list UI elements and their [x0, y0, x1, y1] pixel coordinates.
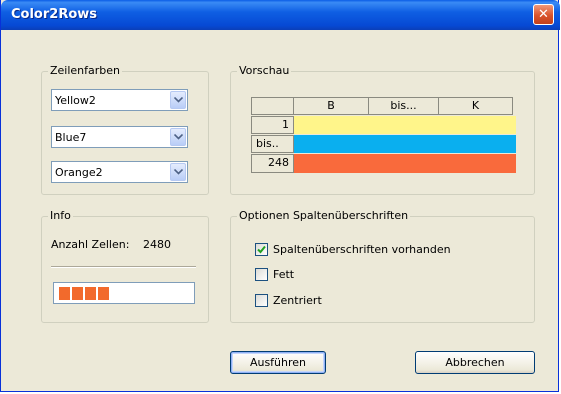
preview-row-band-1	[294, 116, 516, 134]
preview-column-header: bis...	[368, 97, 439, 115]
centered-checkbox[interactable]	[255, 294, 268, 307]
progress-bar	[53, 282, 195, 304]
run-button-label: Ausführen	[249, 356, 307, 369]
preview-grid: B bis... K 1 bis.. 248	[251, 97, 516, 177]
chevron-down-icon[interactable]	[170, 91, 186, 109]
close-button[interactable]: ✕	[533, 4, 554, 25]
row-color-3-select[interactable]: Orange2	[51, 161, 188, 183]
header-present-checkbox[interactable]	[255, 243, 268, 256]
checkmark-icon	[257, 245, 266, 254]
preview-column-header: K	[438, 97, 513, 115]
header-present-label[interactable]: Spaltenüberschriften vorhanden	[273, 243, 451, 256]
progress-chunk	[72, 287, 83, 300]
row-color-1-select[interactable]: Yellow2	[51, 89, 188, 111]
preview-row-band-3	[294, 154, 516, 173]
info-divider	[51, 266, 196, 268]
progress-chunk	[98, 287, 109, 300]
bold-checkbox[interactable]	[255, 268, 268, 281]
dialog-window: Color2Rows ✕ Zeilenfarben Yellow2 Blue7 …	[0, 0, 560, 392]
chevron-down-icon[interactable]	[170, 128, 186, 146]
row-color-2-select[interactable]: Blue7	[51, 126, 188, 148]
preview-corner-cell	[251, 97, 294, 115]
progress-chunk	[85, 287, 96, 300]
run-button[interactable]: Ausführen	[230, 351, 326, 374]
info-legend: Info	[48, 209, 73, 222]
row-color-1-value: Yellow2	[55, 94, 96, 107]
cell-count-value: 2480	[143, 238, 171, 251]
row-color-2-value: Blue7	[55, 131, 87, 144]
optionen-legend: Optionen Spaltenüberschriften	[237, 209, 411, 222]
cancel-button-label: Abbrechen	[445, 356, 505, 369]
chevron-down-icon[interactable]	[170, 163, 186, 181]
bold-label[interactable]: Fett	[273, 268, 294, 281]
vorschau-legend: Vorschau	[237, 64, 292, 77]
preview-row-band-2	[294, 135, 516, 153]
centered-label[interactable]: Zentriert	[273, 294, 322, 307]
window-title: Color2Rows	[11, 7, 98, 22]
cancel-button[interactable]: Abbrechen	[415, 351, 535, 374]
row-color-3-value: Orange2	[55, 166, 103, 179]
cell-count-label: Anzahl Zellen:	[51, 238, 130, 251]
preview-column-header: B	[293, 97, 369, 115]
preview-row-header: 248	[251, 154, 294, 173]
progress-bar-fill	[59, 287, 109, 300]
preview-row-header: bis..	[251, 135, 294, 153]
info-group: Info	[41, 209, 209, 323]
close-icon: ✕	[538, 7, 549, 22]
progress-chunk	[59, 287, 70, 300]
preview-row-header: 1	[251, 116, 294, 134]
zeilenfarben-legend: Zeilenfarben	[48, 64, 123, 77]
title-bar[interactable]: Color2Rows ✕	[1, 0, 560, 30]
